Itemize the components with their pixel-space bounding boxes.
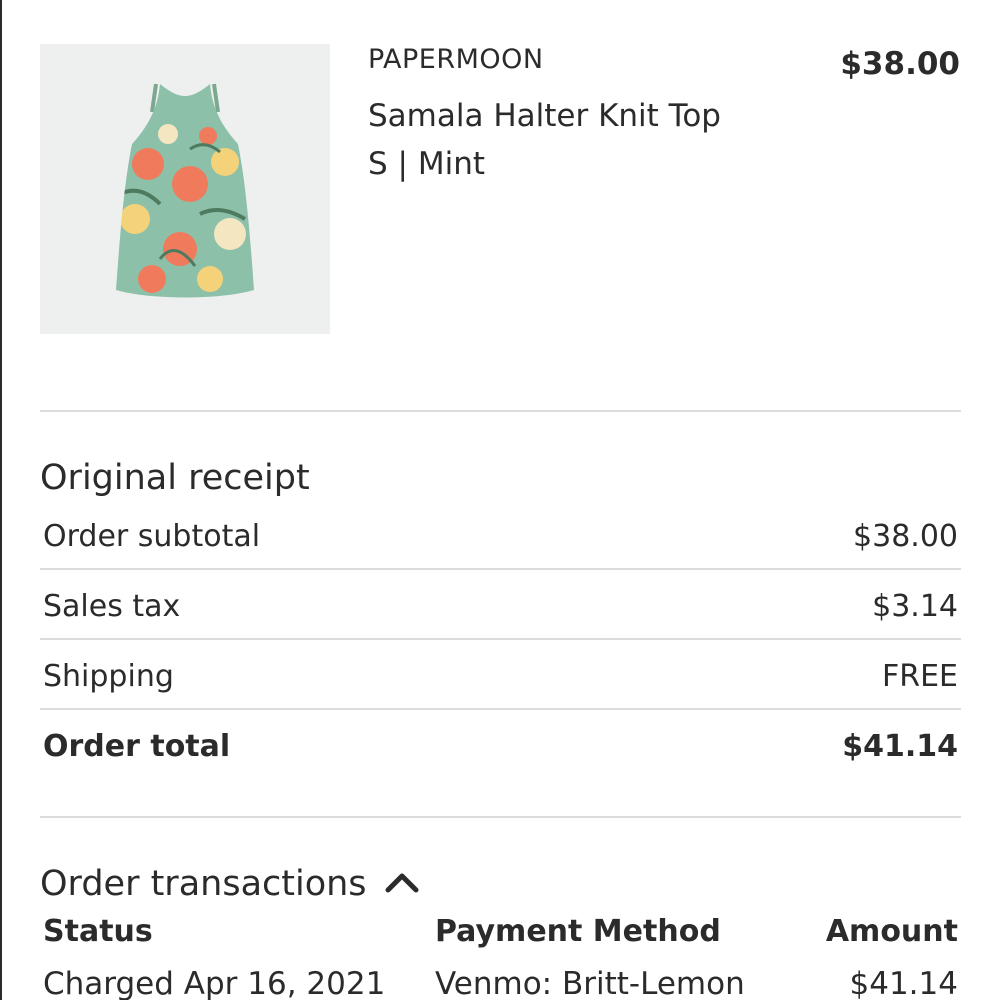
section-divider bbox=[40, 816, 961, 818]
receipt-row-subtotal: Order subtotal $38.00 bbox=[40, 502, 958, 570]
receipt-row-label: Order subtotal bbox=[43, 518, 261, 554]
transaction-amount: $41.14 bbox=[849, 966, 958, 1000]
floral-halter-top-image bbox=[116, 83, 254, 298]
product-name[interactable]: Samala Halter Knit Top bbox=[368, 98, 721, 134]
receipt-row-value: $38.00 bbox=[853, 518, 958, 554]
chevron-up-icon[interactable] bbox=[384, 868, 420, 896]
receipt-row-label: Order total bbox=[43, 728, 231, 764]
receipt-row-value: FREE bbox=[881, 658, 958, 694]
receipt-row-value: $41.14 bbox=[842, 728, 958, 764]
transactions-title[interactable]: Order transactions bbox=[40, 864, 367, 904]
receipt-row-tax: Sales tax $3.14 bbox=[40, 572, 958, 640]
section-divider bbox=[40, 410, 961, 412]
transactions-header-amount: Amount bbox=[825, 914, 958, 949]
product-price: $38.00 bbox=[840, 46, 960, 82]
transactions-header-payment: Payment Method bbox=[435, 914, 721, 949]
transaction-payment-method: Venmo: Britt-Lemon bbox=[435, 966, 745, 1000]
receipt-title: Original receipt bbox=[40, 458, 310, 498]
row-divider bbox=[40, 708, 961, 710]
receipt-row-total: Order total $41.14 bbox=[40, 712, 958, 780]
row-divider bbox=[40, 638, 961, 640]
receipt-row-value: $3.14 bbox=[872, 588, 958, 624]
product-variant: S | Mint bbox=[368, 146, 485, 182]
transaction-status: Charged Apr 16, 2021 bbox=[43, 966, 386, 1000]
receipt-row-label: Shipping bbox=[43, 658, 174, 694]
transactions-header-status: Status bbox=[43, 914, 153, 949]
product-brand: PAPERMOON bbox=[368, 44, 544, 75]
receipt-row-label: Sales tax bbox=[43, 588, 181, 624]
product-image[interactable] bbox=[40, 44, 330, 334]
left-edge-rule bbox=[0, 0, 2, 1000]
row-divider bbox=[40, 568, 961, 570]
receipt-row-shipping: Shipping FREE bbox=[40, 642, 958, 710]
